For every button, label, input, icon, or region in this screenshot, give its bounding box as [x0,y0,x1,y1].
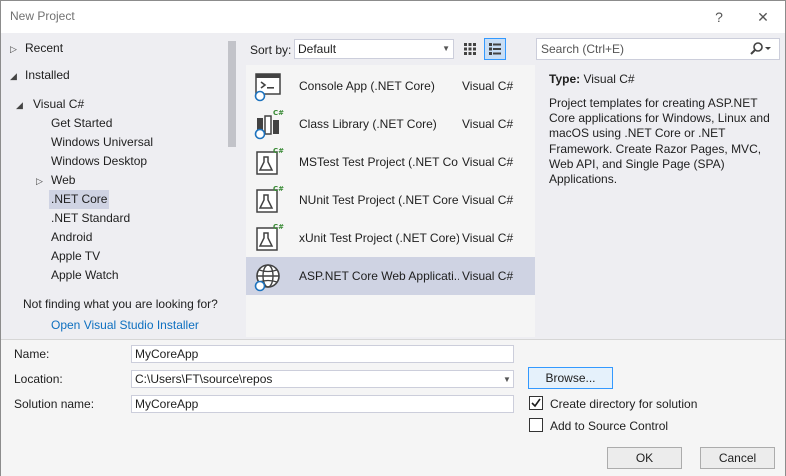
tree-item[interactable]: Apple TV [49,247,102,266]
template-row[interactable]: Console App (.NET Core) Visual C# [246,67,535,105]
template-name: NUnit Test Project (.NET Core) [299,193,459,207]
search-options[interactable] [749,41,773,57]
template-language: Visual C# [462,155,514,169]
location-input[interactable] [131,370,514,388]
tree-item[interactable]: Android [49,228,94,247]
svg-text:C#: C# [273,223,284,231]
new-project-dialog: New Project ? ✕ ▷ Recent ◢ Installed ◢ Visual… [0,0,786,476]
template-row[interactable]: C# MSTest Test Project (.NET Co... Visual … [246,143,535,181]
expanded-triangle-icon[interactable]: ◢ [10,71,18,81]
list-view-button[interactable] [484,38,506,60]
type-value: Visual C# [583,72,635,86]
tree-item[interactable]: Recent [23,39,65,58]
tree-item[interactable]: Apple Watch [49,266,121,285]
cancel-button[interactable]: Cancel [700,447,775,469]
list-view-icon [489,43,501,55]
collapsed-triangle-icon[interactable]: ▷ [10,44,18,54]
tree-scrollbar-thumb[interactable] [228,41,236,147]
template-name: MSTest Test Project (.NET Co... [299,155,459,169]
template-language: Visual C# [462,117,514,131]
template-row[interactable]: C# xUnit Test Project (.NET Core) Visual C… [246,219,535,257]
chevron-down-icon[interactable]: ▼ [503,375,511,384]
type-label: Type: [549,72,581,86]
template-language: Visual C# [462,79,514,93]
template-name: Class Library (.NET Core) [299,117,437,131]
templates-list: Console App (.NET Core) Visual C# C# Class … [246,65,535,337]
sort-by-value: Default [298,42,337,56]
sort-by-dropdown[interactable]: Default ▼ [294,39,454,59]
svg-text:C#: C# [273,109,284,117]
template-row[interactable]: C# Class Library (.NET Core) Visual C# [246,105,535,143]
template-language: Visual C# [462,193,514,207]
template-name: ASP.NET Core Web Applicati... [299,269,459,283]
ok-button[interactable]: OK [607,447,682,469]
name-label: Name: [14,347,50,361]
sort-by-label: Sort by: [250,43,292,57]
collapsed-triangle-icon[interactable]: ▷ [36,176,44,186]
class-library-icon: C# [253,108,285,140]
tree-item[interactable]: Windows Desktop [49,152,149,171]
solution-name-label: Solution name: [14,397,95,411]
template-row[interactable]: ASP.NET Core Web Applicati... Visual C# [246,257,535,295]
console-app-icon [253,70,285,102]
open-installer-link[interactable]: Open Visual Studio Installer [51,318,199,332]
expanded-triangle-icon[interactable]: ◢ [16,100,24,110]
window-title: New Project [10,9,75,23]
grid-view-icon [464,43,476,55]
tree-item[interactable]: .NET Standard [49,209,132,228]
search-icon [750,42,771,55]
solution-name-input[interactable] [131,395,514,413]
template-row[interactable]: C# NUnit Test Project (.NET Core) Visual C… [246,181,535,219]
search-box[interactable] [536,38,780,60]
tree-item[interactable]: Windows Universal [49,133,155,152]
close-button[interactable]: ✕ [751,7,775,27]
template-description: Project templates for creating ASP.NET C… [549,96,770,187]
svg-text:C#: C# [273,185,284,193]
title-bar: New Project ? ✕ [1,1,785,33]
source-control-checkbox[interactable] [529,418,543,432]
create-directory-checkbox[interactable] [529,396,543,410]
svg-text:C#: C# [273,147,284,155]
chevron-down-icon: ▼ [442,44,450,53]
tree-item[interactable]: Web [49,171,77,190]
search-input[interactable] [537,39,747,59]
project-name-input[interactable] [131,345,514,363]
tree-item[interactable]: Installed [23,66,72,85]
create-directory-label: Create directory for solution [550,397,698,411]
web-app-globe-icon [253,260,285,292]
not-finding-text: Not finding what you are looking for? [23,297,218,311]
help-button[interactable]: ? [707,7,731,27]
template-language: Visual C# [462,269,514,283]
tree-item[interactable]: Get Started [49,114,114,133]
tree-item[interactable]: Visual C# [31,95,86,114]
checkmark-icon [531,398,541,408]
location-label: Location: [14,372,63,386]
template-type: Type: Visual C# [549,72,635,86]
template-name: xUnit Test Project (.NET Core) [299,231,459,245]
template-name: Console App (.NET Core) [299,79,435,93]
test-project-icon: C# [253,184,285,216]
small-icons-view-button[interactable] [459,38,481,60]
test-project-icon: C# [253,146,285,178]
browse-button[interactable]: Browse... [528,367,613,389]
tree-item[interactable]: .NET Core [49,190,110,209]
source-control-label: Add to Source Control [550,419,669,433]
test-project-icon: C# [253,222,285,254]
template-language: Visual C# [462,231,514,245]
